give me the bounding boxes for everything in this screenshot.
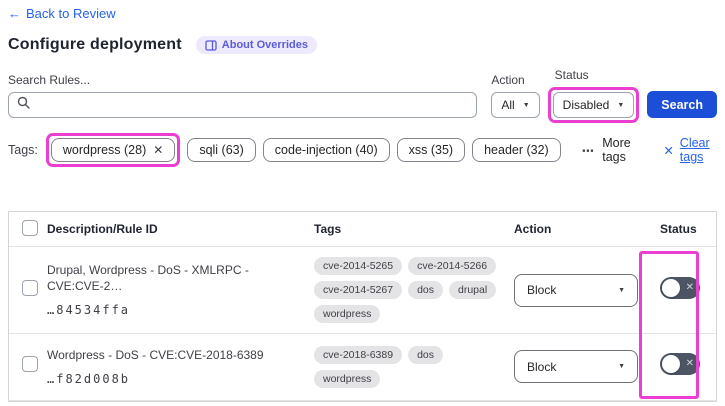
tags-bar: Tags: wordpress (28) ✕ sqli (63) code-in… [8, 133, 717, 167]
table-row: Drupal, Wordpress - DoS - XMLRPC - CVE:C… [9, 247, 716, 334]
search-input-box[interactable] [8, 92, 478, 118]
row-checkbox[interactable] [22, 356, 38, 373]
column-header-status: Status [660, 222, 697, 236]
rule-tags-cell: cve-2014-5265 cve-2014-5266 cve-2014-526… [314, 247, 514, 333]
search-button[interactable]: Search [647, 91, 717, 118]
rule-description: Wordpress - DoS - CVE:CVE-2018-6389 [47, 348, 264, 362]
status-toggle[interactable]: ✕ [660, 276, 700, 299]
chevron-down-icon: ▼ [618, 363, 625, 371]
action-dropdown-value: All [501, 98, 515, 112]
tag-label: xss (35) [408, 143, 454, 157]
status-dropdown-value: Disabled [562, 98, 610, 112]
search-icon [17, 96, 30, 114]
chevron-down-icon: ▼ [618, 286, 625, 294]
about-overrides-badge[interactable]: About Overrides [195, 36, 317, 54]
chevron-down-icon: ▼ [617, 101, 625, 109]
column-header-description: Description/Rule ID [47, 222, 158, 236]
title-row: Configure deployment About Overrides [8, 36, 717, 54]
tag-label: sqli (63) [199, 143, 244, 157]
tag-filter-wordpress[interactable]: wordpress (28) ✕ [50, 138, 176, 162]
chevron-down-icon: ▼ [522, 101, 530, 109]
rule-status-cell: ✕ [654, 276, 716, 304]
tags-bar-label: Tags: [8, 143, 38, 157]
rule-id: …84534ffa [47, 302, 131, 317]
rule-tags-cell: cve-2018-6389 dos wordpress [314, 336, 514, 398]
page-title: Configure deployment [8, 36, 182, 53]
table-header-row: Description/Rule ID Tags Action Status [9, 212, 716, 247]
rule-tag: wordpress [314, 369, 381, 388]
tag-label: code-injection (40) [274, 143, 378, 157]
rule-tag: dos [408, 281, 443, 299]
rule-description-cell: Wordpress - DoS - CVE:CVE-2018-6389 …f82… [47, 334, 314, 400]
tag-filter-xss[interactable]: xss (35) [396, 138, 466, 162]
search-rules-input[interactable] [36, 98, 469, 112]
rule-description-cell: Drupal, Wordpress - DoS - XMLRPC - CVE:C… [47, 249, 314, 330]
status-label: Status [554, 68, 589, 82]
rule-action-cell: Block ▼ [514, 350, 654, 384]
filter-row: Search Rules... Action All ▼ Status Disa… [8, 68, 717, 123]
tag-filter-code-injection[interactable]: code-injection (40) [262, 138, 390, 162]
rules-table: Description/Rule ID Tags Action Status D… [8, 211, 717, 402]
toggle-knob [662, 355, 680, 374]
toggle-knob [662, 278, 680, 297]
search-rules-label: Search Rules... [8, 73, 91, 87]
tag-filter-sqli[interactable]: sqli (63) [187, 138, 256, 162]
back-to-review-link[interactable]: ← Back to Review [8, 6, 116, 21]
row-checkbox[interactable] [22, 279, 38, 296]
toggle-off-icon: ✕ [685, 358, 694, 370]
rule-id: …f82d008b [47, 371, 131, 386]
rule-description: Drupal, Wordpress - DoS - XMLRPC - CVE:C… [47, 263, 249, 293]
back-arrow-icon: ← [8, 6, 21, 21]
toggle-off-icon: ✕ [685, 281, 694, 293]
table-row: Wordpress - DoS - CVE:CVE-2018-6389 …f82… [9, 334, 716, 401]
rule-tag: wordpress [314, 305, 381, 323]
action-select-value: Block [527, 359, 557, 374]
search-group: Search Rules... [8, 73, 478, 118]
rule-action-cell: Block ▼ [514, 273, 654, 307]
status-filter-group: Status Disabled ▼ [547, 68, 640, 123]
action-dropdown[interactable]: All ▼ [491, 92, 540, 118]
rule-tag: cve-2018-6389 [314, 345, 403, 364]
tag-label: header (32) [484, 143, 549, 157]
clear-tags-button[interactable]: ✕ Clear tags [663, 136, 717, 164]
about-overrides-label: About Overrides [221, 39, 308, 51]
action-filter-group: Action All ▼ [491, 73, 540, 118]
selected-tag-highlight-box: wordpress (28) ✕ [45, 133, 181, 167]
book-icon [205, 39, 217, 51]
tag-label: wordpress (28) [62, 143, 147, 157]
more-tags-label: More tags [602, 136, 631, 164]
remove-tag-icon[interactable]: ✕ [153, 143, 163, 157]
more-tags-button[interactable]: ⋯ More tags [582, 136, 638, 164]
column-header-tags: Tags [314, 222, 342, 236]
configure-deployment-page: ← Back to Review Configure deployment Ab… [0, 0, 725, 402]
status-toggle[interactable]: ✕ [660, 353, 700, 376]
rule-status-cell: ✕ [654, 353, 716, 380]
action-select-value: Block [527, 283, 557, 297]
column-header-action: Action [514, 222, 552, 236]
tag-filter-header[interactable]: header (32) [472, 138, 561, 162]
rule-tag: drupal [449, 281, 497, 299]
rule-tag: cve-2014-5265 [314, 257, 403, 275]
rule-tag: dos [408, 345, 443, 364]
rule-tag: cve-2014-5266 [408, 257, 497, 275]
select-all-checkbox[interactable] [22, 219, 38, 236]
action-select-dropdown[interactable]: Block ▼ [514, 273, 638, 307]
status-dropdown[interactable]: Disabled ▼ [552, 92, 635, 118]
clear-x-icon: ✕ [663, 143, 674, 158]
back-link-label: Back to Review [26, 6, 116, 21]
action-select-dropdown[interactable]: Block ▼ [514, 350, 638, 384]
clear-tags-label: Clear tags [679, 136, 710, 164]
status-dropdown-highlight-box: Disabled ▼ [547, 87, 640, 123]
action-label: Action [491, 73, 525, 87]
ellipsis-icon: ⋯ [581, 143, 596, 158]
rule-tag: cve-2014-5267 [314, 281, 403, 299]
